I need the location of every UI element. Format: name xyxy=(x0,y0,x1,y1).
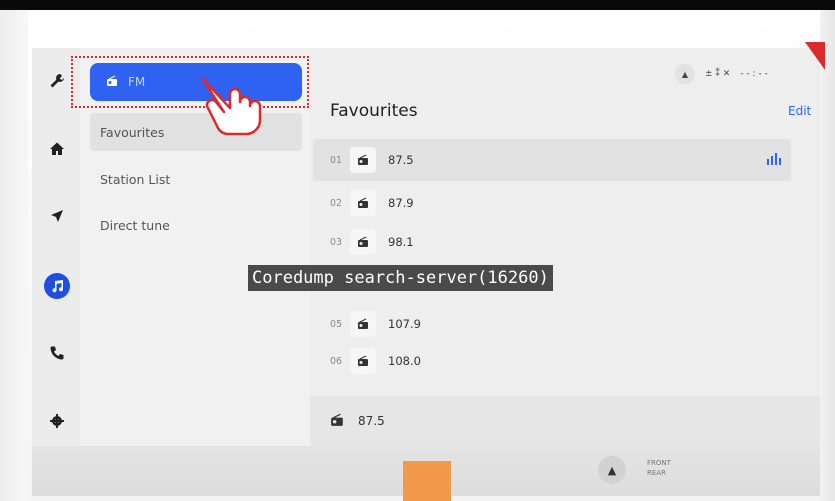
menu-item-station-list[interactable]: Station List xyxy=(90,160,302,198)
favourite-row[interactable]: 06 108.0 xyxy=(313,340,791,382)
settings-icon[interactable] xyxy=(44,408,70,434)
favourite-frequency: 87.5 xyxy=(388,153,414,167)
favourite-frequency: 98.1 xyxy=(388,235,414,249)
status-alert: ▲ xyxy=(675,64,695,84)
music-icon[interactable] xyxy=(44,273,70,299)
pointing-hand-icon xyxy=(200,76,262,136)
favourites-panel: ▲ ± ⁑ ✕ - - : - - Favourites Edit 01 87.… xyxy=(310,48,820,446)
favourite-row[interactable]: 05 107.9 xyxy=(313,303,791,345)
orange-marker xyxy=(403,461,451,501)
status-bar: ▲ ± ⁑ ✕ - - : - - xyxy=(675,64,768,84)
favourite-index: 03 xyxy=(330,236,343,248)
favourite-index: 05 xyxy=(330,318,343,330)
favourite-index: 02 xyxy=(330,197,343,209)
phone-icon[interactable] xyxy=(44,340,70,366)
page-title: Favourites xyxy=(330,101,418,121)
favourite-row[interactable]: 02 87.9 xyxy=(313,182,791,224)
photo-top-edge xyxy=(0,0,835,10)
navigation-icon[interactable] xyxy=(44,203,70,229)
corner-accent-icon xyxy=(805,42,825,70)
front-rear-toggle[interactable]: FRONT REAR xyxy=(647,458,671,478)
bezel-right xyxy=(820,10,835,501)
coredump-banner: Coredump search-server(16260) xyxy=(248,265,553,291)
edit-button[interactable]: Edit xyxy=(788,104,811,118)
radio-icon xyxy=(350,311,376,337)
bezel-left xyxy=(0,10,28,501)
favourite-row[interactable]: 03 98.1 xyxy=(313,221,791,263)
radio-icon xyxy=(350,147,376,173)
radio-icon xyxy=(330,413,344,430)
status-clock: - - : - - xyxy=(740,69,768,79)
menu-item-direct-tune[interactable]: Direct tune xyxy=(90,206,302,244)
now-playing-frequency: 87.5 xyxy=(358,414,385,428)
front-label: FRONT xyxy=(647,459,671,467)
now-playing-equalizer-icon xyxy=(767,153,781,168)
favourite-frequency: 87.9 xyxy=(388,196,414,210)
wrench-icon[interactable] xyxy=(44,68,70,94)
chevron-up-icon[interactable]: ▲ xyxy=(598,456,626,484)
status-icons: ± ⁑ ✕ xyxy=(705,69,731,79)
favourite-index: 01 xyxy=(330,154,343,166)
rear-label: REAR xyxy=(647,469,666,477)
radio-icon xyxy=(350,229,376,255)
favourite-row[interactable]: 01 87.5 xyxy=(313,139,791,181)
tap-highlight-box xyxy=(71,56,309,108)
now-playing-bar[interactable]: 87.5 xyxy=(310,396,820,446)
favourite-index: 06 xyxy=(330,355,343,367)
favourite-frequency: 108.0 xyxy=(388,354,421,368)
home-icon[interactable] xyxy=(44,136,70,162)
favourite-frequency: 107.9 xyxy=(388,317,421,331)
radio-icon xyxy=(350,348,376,374)
radio-icon xyxy=(350,190,376,216)
